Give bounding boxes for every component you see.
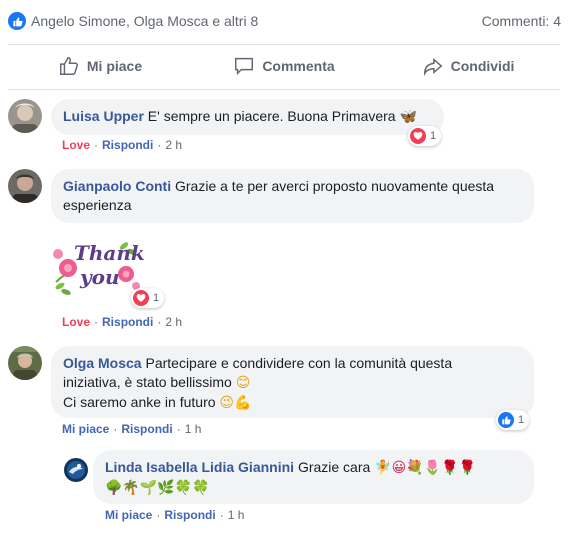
- share-button[interactable]: Condividi: [376, 55, 560, 77]
- reply-link[interactable]: Rispondi: [102, 315, 153, 329]
- separator-dot: ·: [113, 422, 118, 436]
- sticker-text-you: you: [79, 265, 120, 289]
- separator-dot: ·: [157, 315, 162, 329]
- reply-link[interactable]: Rispondi: [164, 508, 215, 522]
- flowers-emoji: 🧚😀💐🌷🌹🌹: [374, 460, 476, 476]
- reactions-summary: Angelo Simone, Olga Mosca e altri 8 Comm…: [8, 10, 561, 32]
- separator-dot: ·: [94, 138, 99, 152]
- comment-author[interactable]: Gianpaolo Conti: [63, 178, 171, 194]
- reaction-number: 1: [518, 414, 525, 426]
- thumbs-up-icon: [59, 57, 78, 75]
- comment-text-continued: Ci saremo anke in futuro: [63, 394, 216, 410]
- reaction-number: 1: [430, 130, 437, 142]
- avatar[interactable]: [64, 458, 88, 482]
- thumbs-up-icon: [498, 412, 514, 428]
- wink-muscle-emoji: 😉💪: [219, 395, 252, 411]
- thank-you-sticker[interactable]: Thank you: [50, 232, 145, 300]
- reactors-names[interactable]: Angelo Simone, Olga Mosca e altri 8: [31, 13, 258, 29]
- comment-button-label: Commenta: [262, 58, 335, 74]
- avatar[interactable]: [8, 169, 42, 203]
- reply-bubble: Linda Isabella Lidia Giannini Grazie car…: [93, 450, 534, 504]
- sticker-text-thank: Thank: [74, 241, 144, 265]
- post-actions: Mi piace Commenta Condividi: [8, 46, 560, 86]
- comment-item: [8, 169, 42, 203]
- separator-dot: ·: [94, 315, 99, 329]
- reply-item: [64, 458, 88, 482]
- comment-bubble: Luisa Upper E' sempre un piacere. Buona …: [51, 99, 444, 135]
- reactions-summary-left[interactable]: Angelo Simone, Olga Mosca e altri 8: [8, 12, 258, 30]
- like-reaction-icon: [8, 12, 26, 30]
- reaction-number: 1: [153, 292, 160, 304]
- comment-button[interactable]: Commenta: [192, 55, 376, 77]
- separator-dot: ·: [219, 508, 224, 522]
- comment-item: [8, 99, 42, 133]
- comment-icon: [235, 57, 254, 76]
- plants-emoji: 🌳🌴🌱🌿🍀🍀: [105, 480, 210, 496]
- divider: [8, 89, 560, 90]
- comment-author[interactable]: Olga Mosca: [63, 355, 142, 371]
- separator-dot: ·: [156, 508, 161, 522]
- comment-text: Partecipare e condividere con la comunit…: [145, 355, 453, 371]
- comment-item: [8, 346, 42, 380]
- reaction-count[interactable]: 1: [408, 126, 442, 146]
- love-reaction-label[interactable]: Love: [62, 138, 90, 152]
- reaction-count[interactable]: 1: [496, 410, 530, 430]
- separator-dot: ·: [157, 138, 162, 152]
- share-button-label: Condividi: [450, 58, 515, 74]
- smile-emoji: 😊: [235, 375, 251, 391]
- reply-link[interactable]: Rispondi: [121, 422, 172, 436]
- comment-bubble: Olga Mosca Partecipare e condividere con…: [51, 346, 534, 418]
- comment-author[interactable]: Luisa Upper: [63, 108, 144, 124]
- comment-meta: Love · Rispondi · 2 h: [62, 138, 182, 152]
- timestamp[interactable]: 1 h: [185, 422, 202, 436]
- comment-text: E' sempre un piacere. Buona Primavera: [147, 108, 396, 124]
- comment-text-continued: esperienza: [63, 197, 132, 213]
- like-button[interactable]: Mi piace: [8, 55, 192, 77]
- timestamp[interactable]: 2 h: [165, 138, 182, 152]
- comment-text: Grazie a te per averci proposto nuovamen…: [175, 178, 495, 194]
- comment-text-continued: iniziativa, è stato bellissimo: [63, 374, 232, 390]
- timestamp[interactable]: 2 h: [165, 315, 182, 329]
- separator-dot: ·: [176, 422, 181, 436]
- comment-text: Grazie cara: [297, 459, 371, 475]
- butterfly-emoji: 🦋: [399, 109, 417, 125]
- comment-meta: Love · Rispondi · 2 h: [62, 315, 182, 329]
- reply-link[interactable]: Rispondi: [102, 138, 153, 152]
- comments-count[interactable]: Commenti: 4: [482, 13, 561, 29]
- timestamp[interactable]: 1 h: [228, 508, 245, 522]
- love-reaction-label[interactable]: Love: [62, 315, 90, 329]
- avatar[interactable]: [8, 99, 42, 133]
- avatar[interactable]: [8, 346, 42, 380]
- share-icon: [423, 57, 442, 77]
- reaction-count[interactable]: 1: [131, 288, 165, 308]
- comment-author[interactable]: Linda Isabella Lidia Giannini: [105, 459, 294, 475]
- heart-icon: [133, 290, 149, 306]
- like-reaction-label[interactable]: Mi piace: [62, 422, 109, 436]
- like-link[interactable]: Mi piace: [105, 508, 152, 522]
- like-button-label: Mi piace: [86, 58, 143, 74]
- comment-bubble: Gianpaolo Conti Grazie a te per averci p…: [51, 169, 534, 223]
- heart-icon: [410, 128, 426, 144]
- divider: [8, 44, 560, 45]
- comment-meta: Mi piace · Rispondi · 1 h: [62, 422, 201, 436]
- comment-meta: Mi piace · Rispondi · 1 h: [105, 508, 244, 522]
